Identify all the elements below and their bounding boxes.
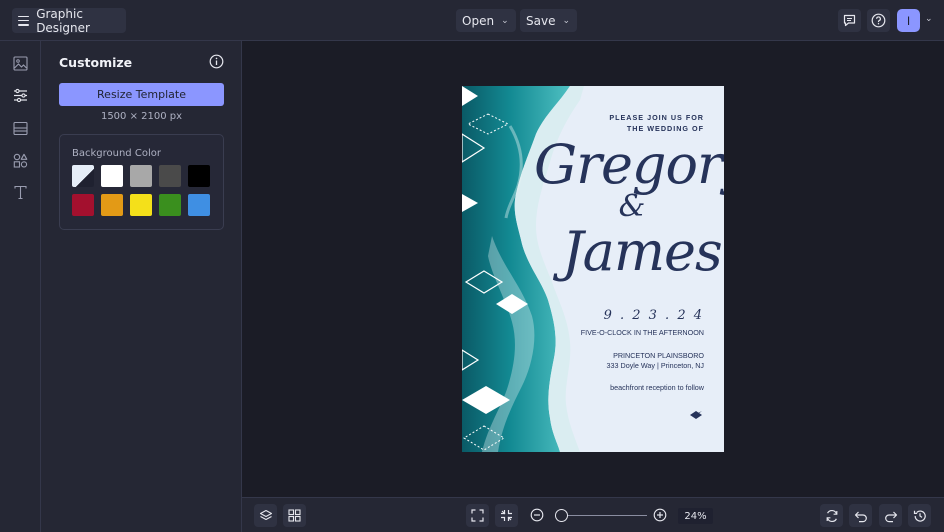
color-swatch-white[interactable] [101, 165, 123, 187]
zoom-slider-track[interactable] [560, 515, 647, 516]
collapse-icon [501, 510, 512, 521]
color-swatch-orange[interactable] [101, 194, 123, 216]
help-icon [871, 13, 886, 28]
zoom-in-icon[interactable] [653, 508, 667, 522]
color-swatch-dark-gray[interactable] [159, 165, 181, 187]
color-swatch-gray[interactable] [130, 165, 152, 187]
color-swatch-black[interactable] [188, 165, 210, 187]
redo-icon [884, 511, 897, 522]
redo-button[interactable] [879, 504, 902, 527]
app-menu-button[interactable]: Graphic Designer [12, 6, 126, 35]
app-title: Graphic Designer [36, 6, 90, 35]
shapes-icon [13, 153, 28, 168]
help-button[interactable] [867, 9, 890, 32]
grid-button[interactable] [283, 504, 306, 527]
user-avatar[interactable]: I [897, 9, 920, 32]
comment-icon [843, 14, 856, 27]
invite-date: 9 . 2 3 . 2 4 [603, 308, 704, 323]
expand-icon [471, 509, 484, 522]
bottom-bar: 24% [242, 497, 944, 532]
invite-reception: beachfront reception to follow [610, 383, 704, 392]
history-icon [913, 509, 926, 522]
save-dropdown[interactable]: Save ⌄ [520, 9, 578, 32]
refresh-icon [826, 509, 837, 522]
history-button[interactable] [908, 504, 931, 527]
chevron-down-icon: ⌄ [562, 15, 571, 26]
background-color-card: Background Color [59, 134, 224, 230]
open-label: Open [462, 13, 495, 28]
design-canvas[interactable]: PLEASE JOIN US FOR THE WEDDING OF Gregor… [242, 41, 944, 497]
top-bar: Graphic Designer Open ⌄ Save ⌄ I ⌄ [0, 0, 944, 41]
resize-template-button[interactable]: Resize Template [59, 83, 224, 106]
info-icon[interactable] [209, 54, 224, 69]
invite-name-2: James [562, 220, 723, 283]
rail-text[interactable] [11, 183, 30, 202]
invite-ampersand: & [618, 189, 646, 224]
invite-name-1: Gregory [534, 133, 724, 196]
grid-icon [288, 509, 301, 522]
layers-icon [259, 509, 272, 520]
invitation-card[interactable]: PLEASE JOIN US FOR THE WEDDING OF Gregor… [462, 86, 724, 452]
color-swatch-green[interactable] [159, 194, 181, 216]
invite-venue: PRINCETON PLAINSBORO [613, 351, 704, 360]
zoom-out-icon[interactable] [530, 508, 544, 522]
rail-customize[interactable] [11, 86, 30, 105]
chevron-down-icon: ⌄ [501, 15, 509, 26]
invite-address: 333 Doyle Way | Princeton, NJ [606, 361, 704, 370]
fit-screen-button[interactable] [466, 504, 489, 527]
background-color-label: Background Color [72, 148, 161, 159]
rail-images[interactable] [11, 54, 30, 73]
open-dropdown[interactable]: Open ⌄ [456, 9, 516, 32]
hamburger-icon [18, 15, 30, 26]
save-label: Save [526, 13, 556, 28]
zoom-slider-handle[interactable] [555, 509, 568, 522]
layout-icon [13, 121, 28, 136]
color-swatch-custom[interactable] [72, 165, 94, 187]
zoom-percentage[interactable]: 24% [678, 508, 713, 524]
refresh-button[interactable] [820, 504, 843, 527]
rail-layout[interactable] [11, 119, 30, 138]
color-swatch-red[interactable] [72, 194, 94, 216]
image-icon [13, 56, 28, 71]
color-swatch-yellow[interactable] [130, 194, 152, 216]
text-icon [14, 185, 27, 200]
undo-button[interactable] [849, 504, 872, 527]
color-swatch-blue[interactable] [188, 194, 210, 216]
chevron-down-icon[interactable]: ⌄ [925, 14, 933, 24]
template-dimensions: 1500 × 2100 px [100, 111, 183, 122]
undo-icon [854, 511, 867, 522]
panel-title: Customize [59, 55, 133, 70]
comments-button[interactable] [838, 9, 861, 32]
layers-button[interactable] [254, 504, 277, 527]
collapse-button[interactable] [495, 504, 518, 527]
sliders-icon [14, 88, 27, 103]
tool-rail [0, 41, 41, 532]
invite-time: FIVE-O-CLOCK IN THE AFTERNOON [580, 328, 704, 337]
rail-elements[interactable] [11, 151, 30, 170]
customize-panel: Customize Resize Template 1500 × 2100 px… [41, 41, 242, 532]
invite-line-1: PLEASE JOIN US FOR [609, 113, 704, 122]
